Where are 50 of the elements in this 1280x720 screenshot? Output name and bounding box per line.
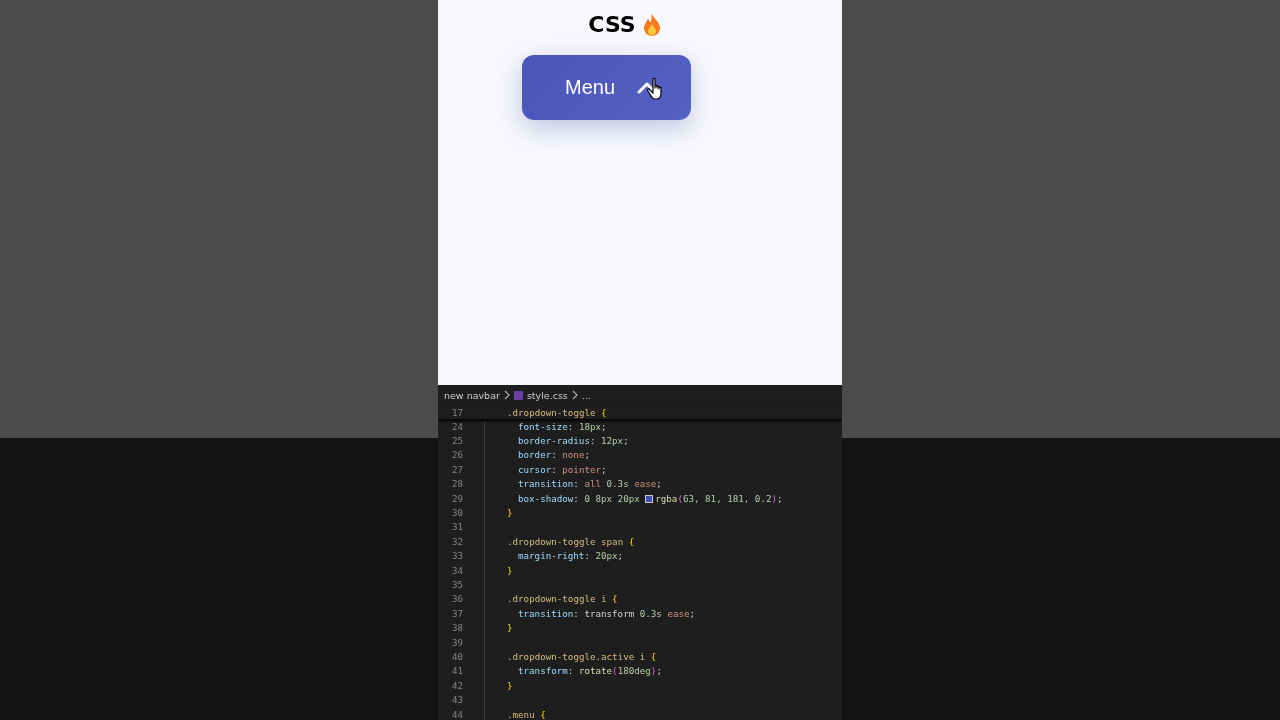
code-line: } <box>507 679 513 691</box>
chevron-right-icon <box>571 390 578 400</box>
line-number: 33 <box>450 550 463 562</box>
breadcrumb-item[interactable]: ... <box>581 389 591 401</box>
code-line: .dropdown-toggle span { <box>507 535 635 547</box>
code-line: .dropdown-toggle i { <box>507 593 618 605</box>
code-line: transition: transform 0.3s ease; <box>517 607 696 619</box>
line-number: 38 <box>450 622 463 634</box>
line-number: 42 <box>450 679 463 691</box>
line-number: 39 <box>450 636 463 648</box>
chevron-right-icon <box>503 390 510 400</box>
code-line: .menu { <box>507 708 546 720</box>
code-line: cursor: pointer; <box>517 463 607 475</box>
code-line: transition: all 0.3s ease; <box>517 478 662 490</box>
line-number: 31 <box>450 521 463 533</box>
line-number: 26 <box>450 449 463 461</box>
code-line: } <box>507 622 513 634</box>
code-line: font-size: 18px; <box>517 420 607 432</box>
line-number: 27 <box>450 463 463 475</box>
code-line: } <box>507 507 513 519</box>
code-line: transform: rotate(180deg); <box>517 665 662 677</box>
line-number: 24 <box>450 420 463 432</box>
line-number: 36 <box>450 593 463 605</box>
line-number: 25 <box>450 435 463 447</box>
code-line: border-radius: 12px; <box>517 435 629 447</box>
menu-button[interactable]: Menu <box>521 55 691 120</box>
code-line: box-shadow: 0 8px 20px rgba(63, 81, 181, 0.2); <box>517 492 783 504</box>
line-number: 34 <box>450 564 463 576</box>
color-swatch[interactable] <box>645 495 654 504</box>
breadcrumb-item[interactable]: new navbar <box>444 389 500 401</box>
line-number: 30 <box>450 507 463 519</box>
line-number: 41 <box>450 665 463 677</box>
breadcrumb-item[interactable]: style.css <box>526 389 568 401</box>
line-number: 32 <box>450 535 463 547</box>
line-number: 29 <box>450 492 463 504</box>
css-file-icon <box>513 390 523 400</box>
line-number: 43 <box>450 694 463 706</box>
code-line: } <box>507 564 513 576</box>
code-line: .dropdown-toggle { <box>507 406 607 418</box>
heading: CSS <box>588 12 636 37</box>
line-number: 17 <box>450 406 463 418</box>
line-number: 40 <box>450 650 463 662</box>
line-number: 44 <box>450 708 463 720</box>
code-line: .dropdown-toggle.active i { <box>507 650 657 662</box>
fire-icon <box>641 12 662 37</box>
line-number: 28 <box>450 478 463 490</box>
code-line: border: none; <box>517 449 590 461</box>
code-line: margin-right: 20px; <box>517 550 624 562</box>
line-number: 35 <box>450 579 463 590</box>
line-number: 37 <box>450 607 463 619</box>
